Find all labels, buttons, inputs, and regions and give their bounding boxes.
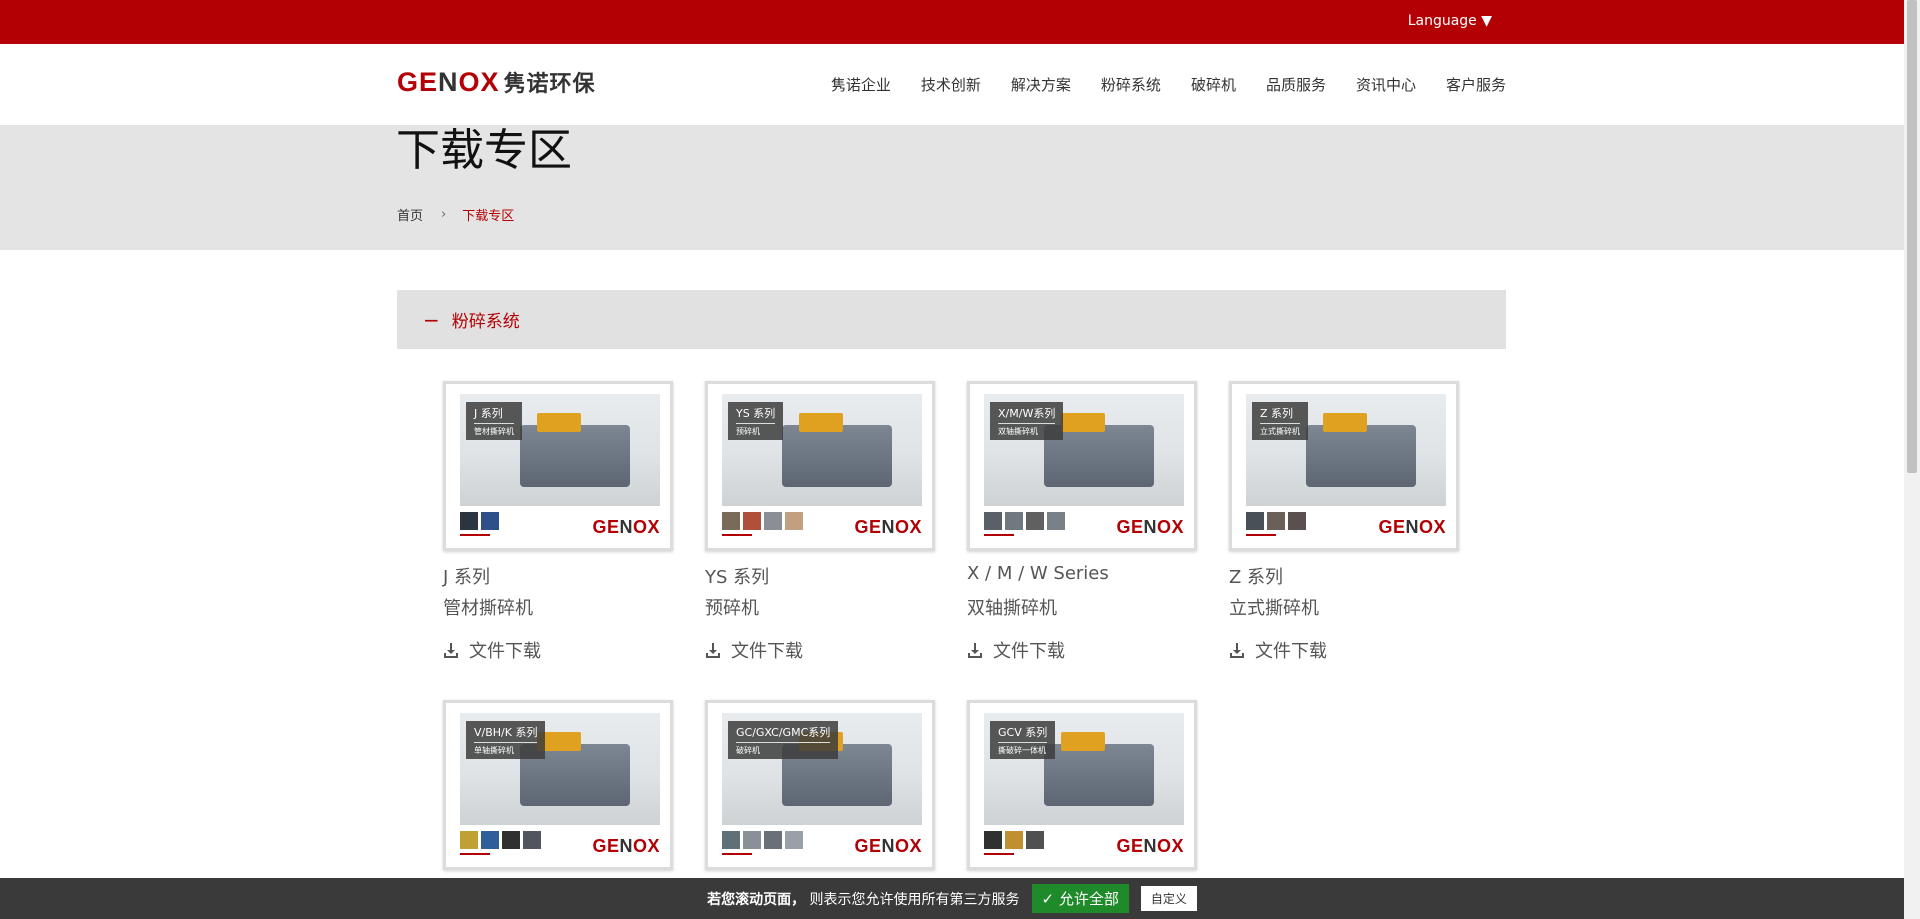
logo[interactable]: GENOX 隽诺环保 — [397, 66, 596, 98]
series-name: YS 系列 — [705, 567, 770, 588]
brochure-thumbnail[interactable]: X/M/W系列 双轴撕碎机 GENOX — [967, 381, 1197, 551]
material-swatches — [460, 512, 499, 530]
file-download-link[interactable]: 文件下载 — [967, 637, 1065, 663]
file-download-link[interactable]: 文件下载 — [705, 637, 803, 663]
material-swatches — [722, 512, 803, 530]
series-name: J 系列 — [443, 567, 491, 588]
material-swatches — [460, 831, 541, 849]
material-swatches — [984, 831, 1044, 849]
logo-text: 隽诺环保 — [503, 72, 596, 97]
nav-item-company[interactable]: 隽诺企业 — [831, 74, 891, 95]
brand-logo: GENOX — [854, 836, 922, 856]
series-tag: J 系列 管材撕碎机 — [466, 402, 522, 440]
series-tag: GCV 系列 撕破碎一体机 — [990, 721, 1056, 759]
brochure-thumbnail[interactable]: GC/GXC/GMC系列 破碎机 GENOX — [705, 700, 935, 870]
logo-mark: GENOX — [397, 66, 500, 97]
series-name: Z 系列 — [1229, 567, 1284, 588]
series-description: 预碎机 — [705, 598, 759, 619]
main-nav: 隽诺企业 技术创新 解决方案 粉碎系统 破碎机 品质服务 资讯中心 客户服务 — [831, 74, 1506, 95]
breadcrumb: 首页 › 下载专区 — [397, 205, 514, 224]
brand-logo: GENOX — [1378, 517, 1446, 537]
machine-photo: GC/GXC/GMC系列 破碎机 — [722, 713, 922, 825]
download-icon — [967, 642, 983, 658]
accordion-title: 粉碎系统 — [451, 312, 520, 332]
machine-photo: J 系列 管材撕碎机 — [460, 394, 660, 506]
brochure-thumbnail[interactable]: J 系列 管材撕碎机 GENOX — [443, 381, 673, 551]
allow-all-button[interactable]: ✓ 允许全部 — [1031, 884, 1129, 913]
breadcrumb-home[interactable]: 首页 — [397, 205, 423, 224]
brochure-thumbnail[interactable]: GCV 系列 撕破碎一体机 GENOX — [967, 700, 1197, 870]
series-name: X / M / W Series — [967, 563, 1109, 584]
brand-logo: GENOX — [592, 517, 660, 537]
series-tag: Z 系列 立式撕碎机 — [1252, 402, 1308, 440]
cookie-banner: 若您滚动页面， 则表示您允许使用所有第三方服务 ✓ 允许全部 自定义 — [0, 878, 1904, 919]
file-download-link[interactable]: 文件下载 — [443, 637, 541, 663]
nav-item-quality-service[interactable]: 品质服务 — [1266, 74, 1326, 95]
download-icon — [705, 642, 721, 658]
material-swatches — [984, 512, 1065, 530]
language-selector[interactable]: Language ▼ — [1408, 13, 1492, 29]
machine-photo: Z 系列 立式撕碎机 — [1246, 394, 1446, 506]
accordion-header-shredding-systems[interactable]: − 粉碎系统 — [397, 290, 1506, 349]
material-swatches — [1246, 512, 1306, 530]
page-title: 下载专区 — [396, 125, 572, 176]
download-icon — [1229, 642, 1245, 658]
nav-item-granulators[interactable]: 破碎机 — [1191, 74, 1236, 95]
breadcrumb-current: 下载专区 — [462, 209, 515, 224]
nav-item-solutions[interactable]: 解决方案 — [1011, 74, 1071, 95]
series-description: 立式撕碎机 — [1229, 598, 1319, 619]
scrollbar-thumb[interactable] — [1907, 0, 1917, 473]
brand-logo: GENOX — [1116, 517, 1184, 537]
machine-photo: V/BH/K 系列 单轴撕碎机 — [460, 713, 660, 825]
nav-item-news[interactable]: 资讯中心 — [1356, 74, 1416, 95]
machine-photo: YS 系列 预碎机 — [722, 394, 922, 506]
brochure-thumbnail[interactable]: V/BH/K 系列 单轴撕碎机 GENOX — [443, 700, 673, 870]
nav-item-innovation[interactable]: 技术创新 — [921, 74, 981, 95]
brochure-thumbnail[interactable]: Z 系列 立式撕碎机 GENOX — [1229, 381, 1459, 551]
vertical-scrollbar[interactable] — [1904, 0, 1920, 919]
page-banner: 下载专区 首页 › 下载专区 — [0, 125, 1904, 250]
brand-logo: GENOX — [1116, 836, 1184, 856]
series-description: 双轴撕碎机 — [967, 598, 1057, 619]
machine-photo: X/M/W系列 双轴撕碎机 — [984, 394, 1184, 506]
collapse-icon: − — [423, 307, 440, 332]
file-download-link[interactable]: 文件下载 — [1229, 637, 1327, 663]
breadcrumb-separator: › — [441, 207, 447, 222]
brand-logo: GENOX — [854, 517, 922, 537]
download-icon — [443, 642, 459, 658]
series-tag: GC/GXC/GMC系列 破碎机 — [728, 721, 839, 759]
top-bar: Language ▼ — [0, 0, 1904, 44]
nav-item-customer-service[interactable]: 客户服务 — [1446, 74, 1506, 95]
brand-logo: GENOX — [592, 836, 660, 856]
header: GENOX 隽诺环保 隽诺企业 技术创新 解决方案 粉碎系统 破碎机 品质服务 … — [0, 44, 1904, 125]
customize-button[interactable]: 自定义 — [1140, 886, 1197, 911]
material-swatches — [722, 831, 803, 849]
series-tag: X/M/W系列 双轴撕碎机 — [990, 402, 1064, 440]
series-tag: V/BH/K 系列 单轴撕碎机 — [466, 721, 546, 759]
machine-photo: GCV 系列 撕破碎一体机 — [984, 713, 1184, 825]
cookie-message: 若您滚动页面， 则表示您允许使用所有第三方服务 — [707, 891, 1020, 908]
nav-item-shredding-systems[interactable]: 粉碎系统 — [1101, 74, 1161, 95]
series-description: 管材撕碎机 — [443, 598, 533, 619]
series-tag: YS 系列 预碎机 — [728, 402, 784, 440]
brochure-thumbnail[interactable]: YS 系列 预碎机 GENOX — [705, 381, 935, 551]
